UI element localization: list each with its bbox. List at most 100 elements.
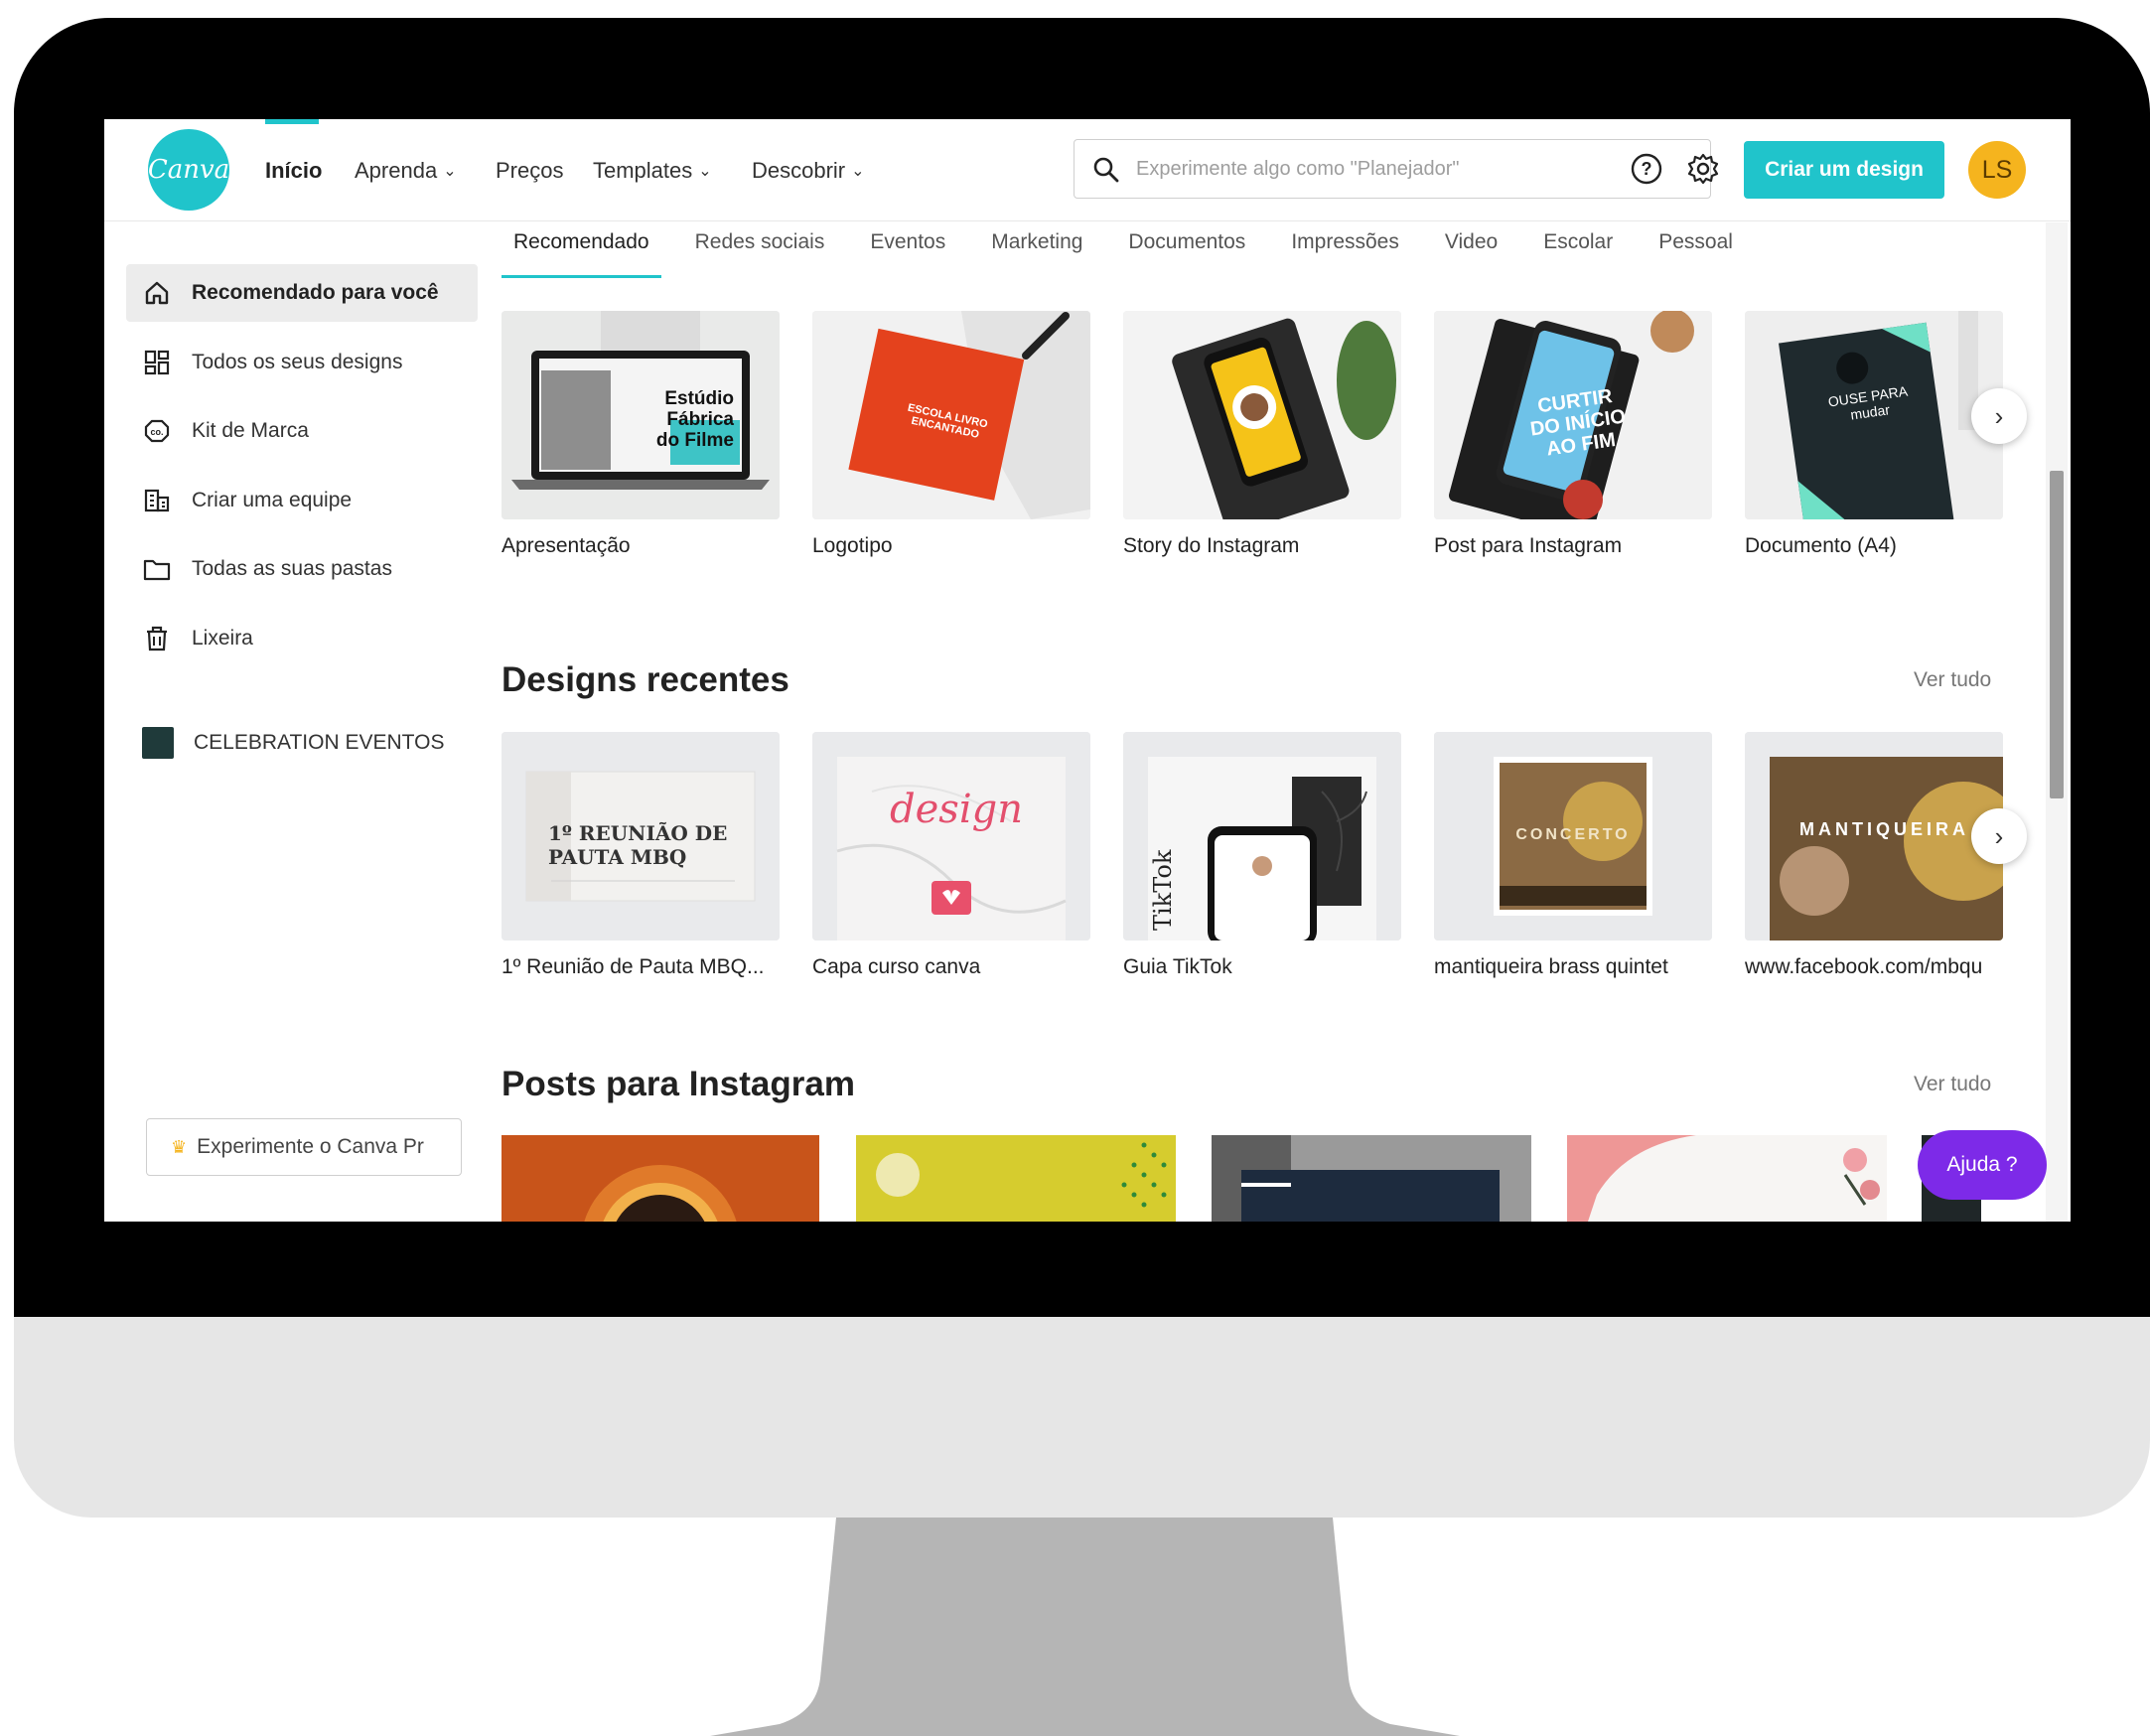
search-input[interactable]: Experimente algo como "Planejador" <box>1074 139 1711 199</box>
nav-inicio-label: Início <box>265 157 323 183</box>
nav-descobrir[interactable]: Descobrir ⌄ <box>752 119 865 221</box>
vertical-scrollbar[interactable] <box>2046 222 2068 1222</box>
card-label: Story do Instagram <box>1123 534 1300 557</box>
card-label: Post para Instagram <box>1434 534 1623 557</box>
laptop-thumbnail <box>502 311 780 519</box>
create-design-button[interactable]: Criar um design <box>1744 141 1944 199</box>
canva-logo[interactable]: Canva <box>148 129 229 211</box>
help-button[interactable]: Ajuda ? <box>1918 1130 2047 1200</box>
svg-text:co.: co. <box>150 427 163 437</box>
template-card-post-instagram[interactable]: CURTIR DO INÍCIO AO FIM <box>1434 311 1712 519</box>
gear-icon[interactable] <box>1686 152 1720 186</box>
chevron-down-icon: ⌄ <box>851 162 865 180</box>
card-label: 1º Reunião de Pauta MBQ... <box>502 955 765 978</box>
tab-video[interactable]: Video <box>1433 230 1509 278</box>
tab-recomendado[interactable]: Recomendado <box>502 230 661 278</box>
section-title-recentes: Designs recentes <box>502 660 789 699</box>
carousel-next-button[interactable]: › <box>1971 388 2027 444</box>
tab-documentos[interactable]: Documentos <box>1116 230 1257 278</box>
sidebar-team[interactable]: CELEBRATION EVENTOS <box>126 714 478 772</box>
instagram-template-card[interactable] <box>502 1135 819 1222</box>
design-card[interactable]: design <box>812 732 1090 940</box>
sidebar-item-lixeira[interactable]: Lixeira <box>126 610 478 667</box>
card-label: www.facebook.com/mbqu <box>1745 955 1983 978</box>
tab-redes-sociais[interactable]: Redes sociais <box>683 230 837 278</box>
sidebar-item-pastas[interactable]: Todas as suas pastas <box>126 540 478 598</box>
category-tabs: Recomendado Redes sociais Eventos Market… <box>502 230 1767 278</box>
trash-icon <box>140 622 174 655</box>
template-card-logotipo[interactable]: ESCOLA LIVRO ENCANTADO <box>812 311 1090 519</box>
carousel-next-button[interactable]: › <box>1971 808 2027 864</box>
card-label: Guia TikTok <box>1123 955 1232 978</box>
design-card[interactable]: 1º REUNIÃO DE PAUTA MBQ <box>502 732 780 940</box>
monitor-mockup: Canva Início Aprenda ⌄ Preços Templates … <box>0 0 2150 1736</box>
chevron-right-icon: › <box>1994 400 2004 431</box>
nav-precos[interactable]: Preços <box>496 119 563 221</box>
sidebar-item-equipe[interactable]: Criar uma equipe <box>126 472 478 529</box>
see-all-recentes-link[interactable]: Ver tudo <box>1914 668 1991 692</box>
try-pro-label: Experimente o Canva Pr <box>197 1135 424 1158</box>
thumb-text: Estúdio Fábrica do Filme <box>655 388 734 451</box>
nav-templates-label: Templates <box>593 157 693 183</box>
thumb-text: TikTok <box>1149 849 1177 931</box>
team-name: CELEBRATION EVENTOS <box>194 731 445 754</box>
sidebar-item-recomendado[interactable]: Recomendado para você <box>126 264 478 322</box>
nav-precos-label: Preços <box>496 157 564 183</box>
nav-templates[interactable]: Templates ⌄ <box>593 119 712 221</box>
card-label: Apresentação <box>502 534 631 557</box>
design-card[interactable]: TikTok <box>1123 732 1401 940</box>
template-card-story-instagram[interactable] <box>1123 311 1401 519</box>
sidebar-item-designs[interactable]: Todos os seus designs <box>126 334 478 391</box>
card-label: mantiqueira brass quintet <box>1434 955 1668 978</box>
design-card[interactable]: MANTIQUEIRA <box>1745 732 2003 940</box>
template-card-apresentacao[interactable]: Estúdio Fábrica do Filme <box>502 311 780 519</box>
search-placeholder: Experimente algo como "Planejador" <box>1136 158 1460 180</box>
sidebar-item-kit-marca[interactable]: co. Kit de Marca <box>126 402 478 460</box>
scrollbar-thumb[interactable] <box>2050 471 2064 798</box>
sidebar: Recomendado para você Todos os seus desi… <box>104 222 482 1222</box>
grid-icon <box>140 346 174 379</box>
tab-marketing[interactable]: Marketing <box>979 230 1094 278</box>
chevron-down-icon: ⌄ <box>698 162 712 180</box>
card-label: Documento (A4) <box>1745 534 1897 557</box>
instagram-template-card[interactable] <box>1212 1135 1531 1222</box>
crown-icon: ♛ <box>171 1136 188 1157</box>
instagram-thumbnail <box>856 1135 1176 1222</box>
phone-thumbnail <box>1123 311 1401 519</box>
nav-inicio[interactable]: Início <box>265 119 322 221</box>
nav-aprenda[interactable]: Aprenda ⌄ <box>355 119 457 221</box>
building-icon <box>140 484 174 517</box>
tab-impressoes[interactable]: Impressões <box>1279 230 1411 278</box>
chevron-down-icon: ⌄ <box>443 162 457 180</box>
design-card[interactable]: CONCERTO <box>1434 732 1712 940</box>
tab-eventos[interactable]: Eventos <box>858 230 957 278</box>
folder-icon <box>140 552 174 586</box>
help-circle-icon[interactable]: ? <box>1630 152 1663 186</box>
avatar[interactable]: LS <box>1968 141 2026 199</box>
tab-escolar[interactable]: Escolar <box>1531 230 1625 278</box>
nav-descobrir-label: Descobrir <box>752 157 846 183</box>
sidebar-item-label: Recomendado para você <box>192 281 439 304</box>
card-label: Logotipo <box>812 534 893 557</box>
sidebar-item-label: Todos os seus designs <box>192 351 403 373</box>
chevron-right-icon: › <box>1994 820 2004 851</box>
design-thumbnail <box>812 732 1090 940</box>
template-card-documento-a4[interactable]: OUSE PARA mudar <box>1745 311 2003 519</box>
instagram-thumbnail <box>502 1135 819 1222</box>
sidebar-item-label: Criar uma equipe <box>192 489 353 511</box>
thumb-text: CONCERTO <box>1515 826 1631 843</box>
try-pro-button[interactable]: ♛ Experimente o Canva Pr <box>146 1118 462 1176</box>
see-all-instagram-link[interactable]: Ver tudo <box>1914 1073 1991 1096</box>
instagram-thumbnail <box>1212 1135 1531 1222</box>
instagram-thumbnail <box>1567 1135 1887 1222</box>
svg-text:?: ? <box>1642 159 1652 179</box>
card-label: Capa curso canva <box>812 955 981 978</box>
sidebar-item-label: Kit de Marca <box>192 419 309 442</box>
team-avatar <box>142 727 174 759</box>
instagram-template-card[interactable] <box>856 1135 1176 1222</box>
instagram-template-card[interactable] <box>1567 1135 1887 1222</box>
section-title-instagram: Posts para Instagram <box>502 1065 855 1103</box>
brand-kit-icon: co. <box>140 414 174 448</box>
top-navbar: Canva Início Aprenda ⌄ Preços Templates … <box>104 119 2071 221</box>
tab-pessoal[interactable]: Pessoal <box>1647 230 1745 278</box>
